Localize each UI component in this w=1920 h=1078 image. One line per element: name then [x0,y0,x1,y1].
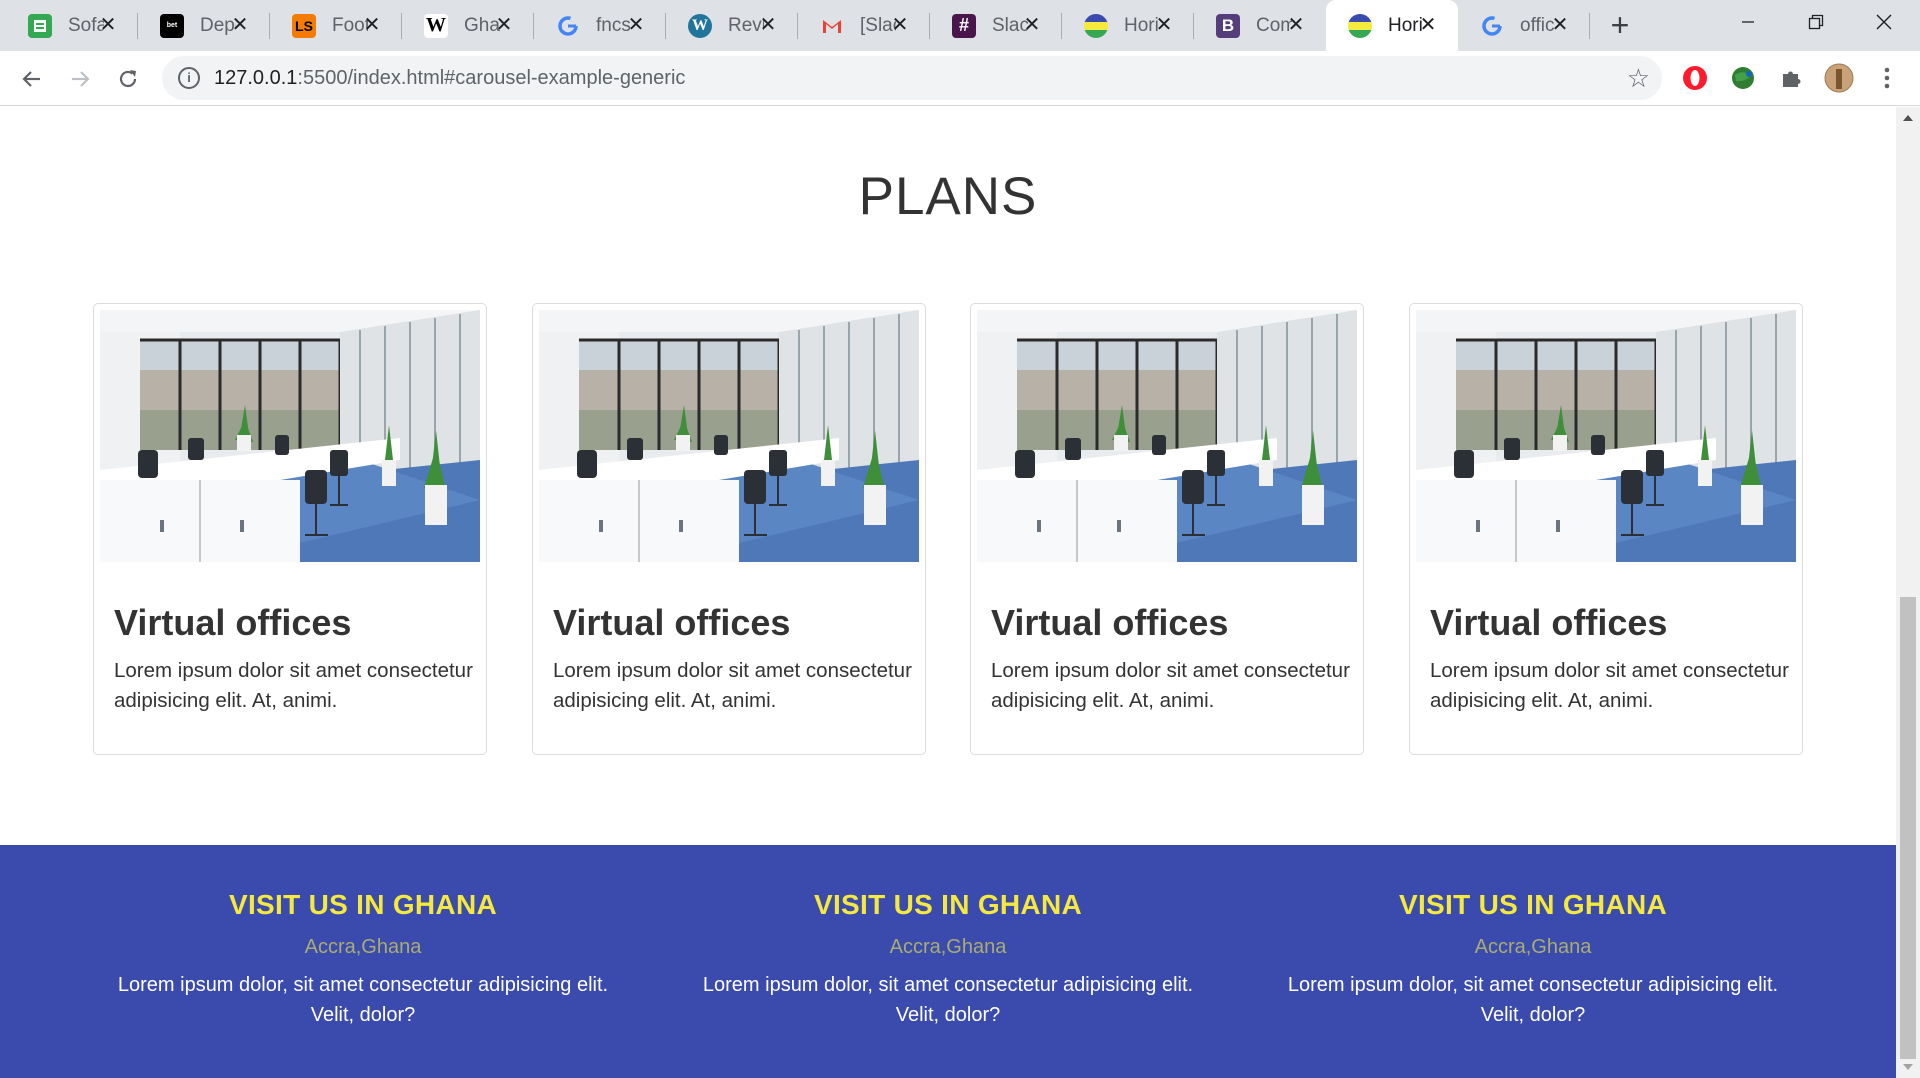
tab[interactable]: W Ghana ✕ [402,0,534,51]
puzzle-extensions-icon[interactable] [1776,63,1806,93]
tab[interactable]: Hori ✕ [1062,0,1194,51]
close-tab-icon[interactable]: ✕ [1020,13,1044,37]
tab[interactable]: B Com ✕ [1194,0,1326,51]
livescore-icon: LS [292,13,316,38]
close-tab-icon[interactable]: ✕ [360,13,384,37]
footer-text: Lorem ipsum dolor, sit amet consectetur … [702,974,1194,1026]
footer: VISIT US IN GHANA Accra,Ghana Lorem ipsu… [0,845,1896,1078]
betway-icon: bet [160,13,184,38]
scroll-down-arrow-icon[interactable] [1903,1064,1913,1070]
footer-city: Accra,Ghana [1474,936,1592,958]
page-viewport: PLANS Virtual offices Lorem ipsum dolor … [0,107,1920,1078]
close-tab-icon[interactable]: ✕ [1284,13,1308,37]
close-tab-icon[interactable]: ✕ [624,13,648,37]
card-title: Virtual offices [114,602,352,643]
footer-city: Accra,Ghana [889,936,1007,958]
tab[interactable]: # Slack ✕ [930,0,1062,51]
plan-card: Virtual offices Lorem ipsum dolor sit am… [532,303,926,755]
page-scrollbar[interactable] [1896,107,1920,1078]
bootstrap-icon: B [1216,13,1240,38]
close-tab-icon[interactable]: ✕ [492,13,516,37]
plan-card: Virtual offices Lorem ipsum dolor sit am… [93,303,487,755]
tab[interactable]: offic ✕ [1458,0,1590,51]
reload-icon [119,70,137,88]
tab-strip: Sofa ✕ bet Depo ✕ LS Foot ✕ W Ghana ✕ fn… [0,0,1920,51]
footer-city: Accra,Ghana [304,936,422,958]
minimize-icon [1742,21,1754,23]
office-photo [977,310,1357,562]
url-host: 127.0.0.1 [214,67,298,89]
gmail-icon [820,14,844,38]
footer-heading: VISIT US IN GHANA [1398,889,1667,920]
office-photo [100,310,480,562]
site-info-icon[interactable]: i [178,67,200,89]
card-text: Lorem ipsum dolor sit amet consectetur a… [1430,659,1789,712]
footer-text: Lorem ipsum dolor, sit amet consectetur … [1287,974,1779,1026]
google-icon [556,14,580,38]
card-text: Lorem ipsum dolor sit amet consectetur a… [114,659,473,712]
close-tab-icon[interactable]: ✕ [1152,13,1176,37]
tab[interactable]: LS Foot ✕ [270,0,402,51]
arrow-right-icon [72,71,90,87]
footer-heading: VISIT US IN GHANA [813,889,1082,920]
sheets-icon [28,13,52,38]
scroll-up-arrow-icon[interactable] [1903,115,1913,121]
back-button[interactable] [14,61,50,97]
url-text: 127.0.0.1:5500/index.html#carousel-examp… [214,67,685,90]
bookmark-star-icon[interactable]: ☆ [1627,63,1650,93]
close-tab-icon[interactable]: ✕ [228,13,252,37]
forward-button[interactable] [62,61,98,97]
profile-avatar[interactable] [1824,63,1854,93]
office-photo [539,310,919,562]
card-text: Lorem ipsum dolor sit amet consectetur a… [553,659,912,712]
card-title: Virtual offices [991,602,1229,643]
opera-extension-icon[interactable] [1680,63,1710,93]
footer-heading: VISIT US IN GHANA [228,889,497,920]
office-photo [1416,310,1796,562]
close-tab-icon[interactable]: ✕ [1416,13,1440,37]
close-tab-icon[interactable]: ✕ [96,13,120,37]
wordpress-icon: W [688,13,712,38]
plan-card: Virtual offices Lorem ipsum dolor sit am… [970,303,1364,755]
site-globe-icon [1348,13,1372,38]
address-bar[interactable]: i 127.0.0.1:5500/index.html#carousel-exa… [162,56,1662,100]
card-title: Virtual offices [553,602,791,643]
tab-separator [1589,13,1590,39]
plans-heading: PLANS [858,167,1038,226]
tab[interactable]: [Slac ✕ [798,0,930,51]
tab[interactable]: Sofa ✕ [6,0,138,51]
restore-button[interactable] [1782,0,1850,44]
plan-card: Virtual offices Lorem ipsum dolor sit am… [1409,303,1803,755]
close-tab-icon[interactable]: ✕ [756,13,780,37]
new-tab-button[interactable]: + [1603,9,1637,43]
close-tab-icon[interactable]: ✕ [1548,13,1572,37]
close-icon [1876,14,1892,30]
site-globe-icon [1084,13,1108,38]
minimize-button[interactable] [1714,0,1782,44]
globe-extension-icon[interactable] [1728,63,1758,93]
arrow-left-icon [22,71,40,87]
card-title: Virtual offices [1430,602,1668,643]
footer-text: Lorem ipsum dolor, sit amet consectetur … [117,974,609,1026]
slack-icon: # [952,13,976,38]
close-window-button[interactable] [1850,0,1918,44]
reload-button[interactable] [110,61,146,97]
tab[interactable]: bet Depo ✕ [138,0,270,51]
tab[interactable]: fncs ✕ [534,0,666,51]
wikipedia-icon: W [424,13,448,38]
menu-kebab-icon[interactable] [1872,63,1902,93]
browser-toolbar: i 127.0.0.1:5500/index.html#carousel-exa… [0,51,1920,106]
close-tab-icon[interactable]: ✕ [888,13,912,37]
restore-icon [1808,14,1824,30]
tab[interactable]: W Revu ✕ [666,0,798,51]
tab-active[interactable]: Hori ✕ [1326,0,1458,51]
url-path: :5500/index.html#carousel-example-generi… [297,67,686,89]
scrollbar-thumb[interactable] [1900,597,1916,1059]
card-text: Lorem ipsum dolor sit amet consectetur a… [991,659,1350,712]
google-icon [1480,14,1504,38]
